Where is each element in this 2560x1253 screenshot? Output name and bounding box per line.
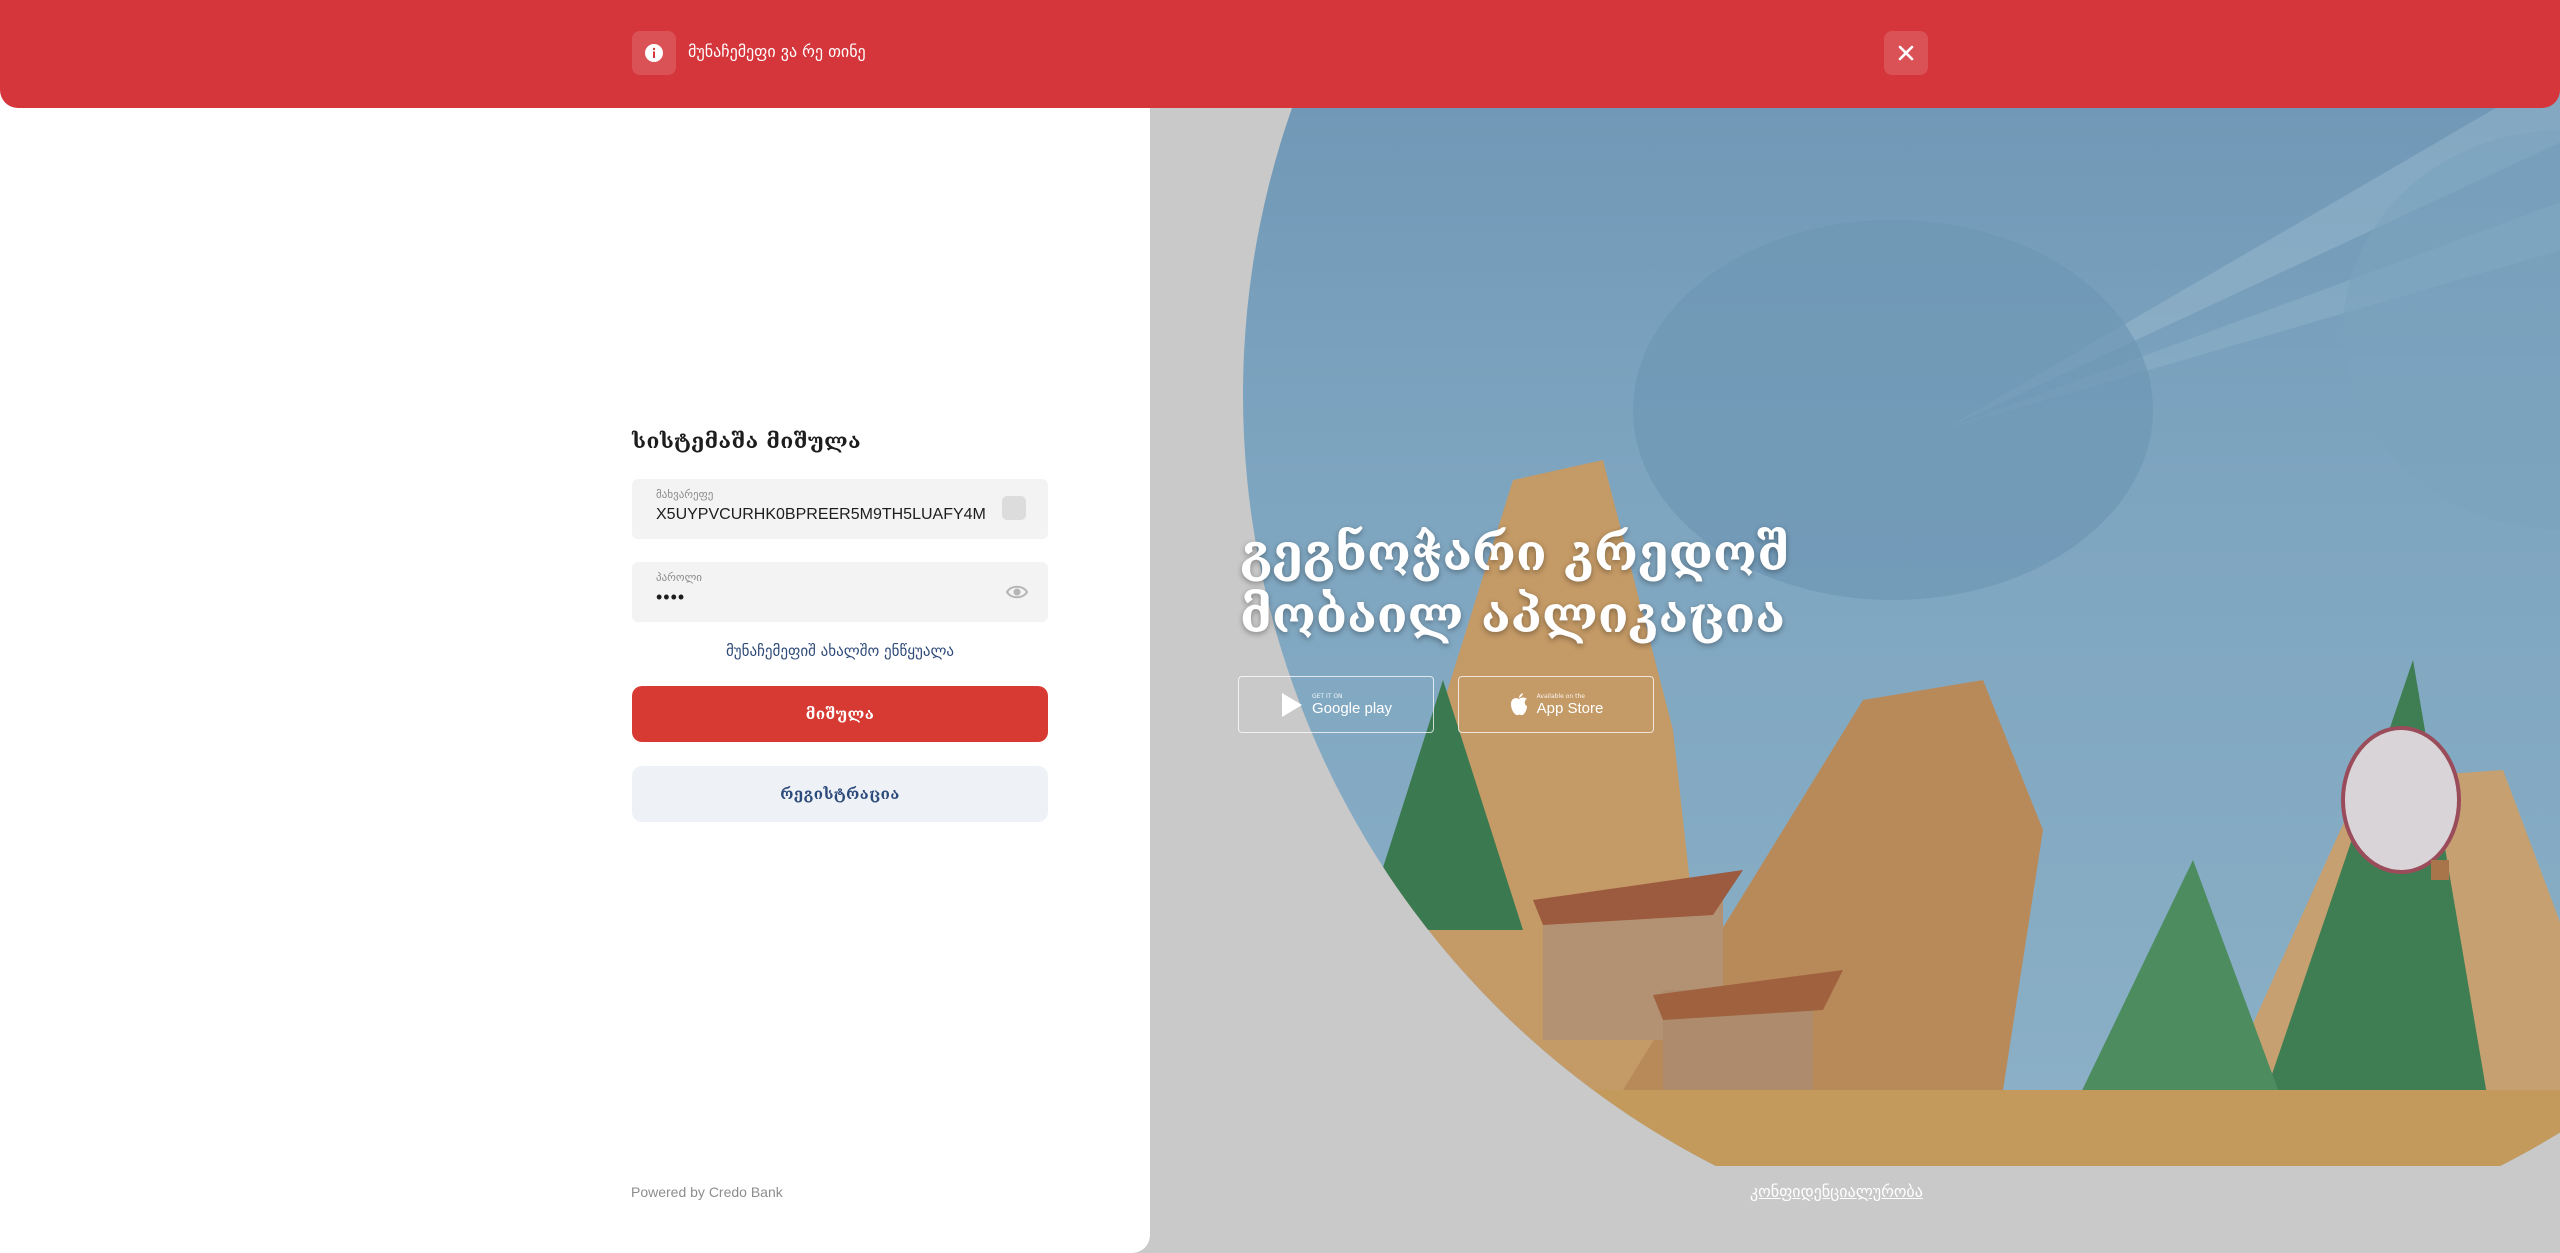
login-title: სისტემაშა მიშულა bbox=[632, 428, 862, 453]
promo-title-line-1: გეგნოჭარი კრედოშ bbox=[1240, 523, 1790, 582]
app-store-button[interactable]: Available on the App Store bbox=[1458, 676, 1654, 733]
password-label: პაროლი bbox=[656, 571, 702, 584]
powered-by-text: Powered by Credo Bank bbox=[631, 1184, 783, 1200]
google-play-text: GET IT ON Google play bbox=[1312, 693, 1392, 717]
google-play-label: Google play bbox=[1311, 699, 1393, 717]
notification-banner: მუნაჩემეფი ვა რე თინე bbox=[0, 0, 2560, 108]
promo-title-line-2: მობაილ აპლიკაცია bbox=[1240, 585, 1786, 644]
app-store-text: Available on the App Store bbox=[1537, 693, 1604, 717]
username-field[interactable]: მახვარეფე X5UYPVCURHK0BPREER5M9TH5LUAFY4… bbox=[632, 479, 1048, 539]
privacy-link[interactable]: კონფიდენციალურობა bbox=[1750, 1182, 1923, 1201]
register-button[interactable]: რეგისტრაცია bbox=[632, 766, 1048, 822]
info-icon bbox=[632, 31, 676, 75]
close-icon[interactable] bbox=[1884, 31, 1928, 75]
apple-icon bbox=[1510, 692, 1527, 715]
login-panel: სისტემაშა მიშულა მახვარეფე X5UYPVCURHK0B… bbox=[0, 0, 1150, 1253]
close-glyph bbox=[1898, 45, 1914, 61]
clear-icon[interactable] bbox=[1002, 496, 1026, 520]
play-icon bbox=[1281, 692, 1302, 717]
eye-icon[interactable] bbox=[1006, 582, 1028, 602]
banner-message: მუნაჩემეფი ვა რე თინე bbox=[688, 42, 866, 61]
google-play-button[interactable]: GET IT ON Google play bbox=[1238, 676, 1434, 733]
forgot-credentials-link[interactable]: მუნაჩემეფიშ ახალშო ენწყუალა bbox=[632, 642, 1048, 660]
app-store-small-text: Available on the bbox=[1536, 692, 1585, 700]
password-input[interactable]: •••• bbox=[656, 587, 986, 608]
username-input[interactable]: X5UYPVCURHK0BPREER5M9TH5LUAFY4M bbox=[656, 506, 986, 524]
promo-panel: გეგნოჭარი კრედოშ მობაილ აპლიკაცია GET IT… bbox=[1150, 0, 2560, 1253]
password-field[interactable]: პაროლი •••• bbox=[632, 562, 1048, 622]
app-store-label: App Store bbox=[1536, 699, 1604, 717]
username-label: მახვარეფე bbox=[656, 488, 714, 501]
promo-title: გეგნოჭარი კრედოშ მობაილ აპლიკაცია bbox=[1240, 522, 1789, 646]
google-play-small-text: GET IT ON bbox=[1311, 692, 1343, 700]
info-glyph bbox=[645, 44, 663, 62]
login-button[interactable]: მიშულა bbox=[632, 686, 1048, 742]
